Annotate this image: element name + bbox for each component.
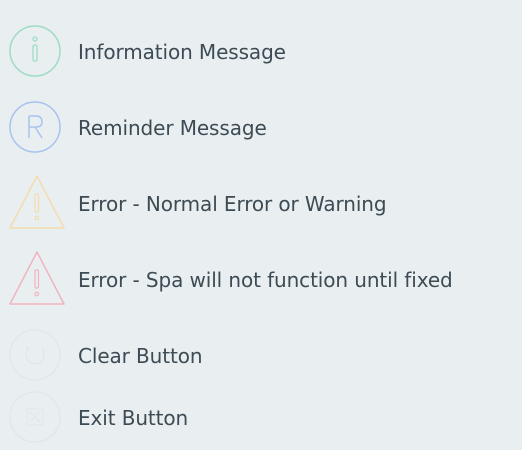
warning-triangle-icon <box>4 170 66 236</box>
clear-circle-icon <box>4 322 66 388</box>
legend-item-label: Clear Button <box>78 344 203 368</box>
legend-item-label: Exit Button <box>78 406 189 430</box>
icon-legend: Information Message Reminder Message Err… <box>0 0 522 443</box>
legend-item-reminder: Reminder Message <box>0 94 522 160</box>
legend-item-normal-error: Error - Normal Error or Warning <box>0 170 522 236</box>
legend-item-information: Information Message <box>0 18 522 84</box>
legend-item-label: Reminder Message <box>78 116 267 140</box>
legend-item-label: Error - Spa will not function until fixe… <box>78 268 453 292</box>
legend-item-exit-button: Exit Button <box>0 384 522 450</box>
legend-item-critical-error: Error - Spa will not function until fixe… <box>0 246 522 312</box>
legend-item-label: Error - Normal Error or Warning <box>78 192 387 216</box>
reminder-r-circle-icon <box>4 94 66 160</box>
critical-warning-triangle-icon <box>4 246 66 312</box>
exit-circle-icon <box>4 384 66 450</box>
info-circle-icon <box>4 18 66 84</box>
legend-item-label: Information Message <box>78 40 286 64</box>
legend-item-clear-button: Clear Button <box>0 322 522 388</box>
